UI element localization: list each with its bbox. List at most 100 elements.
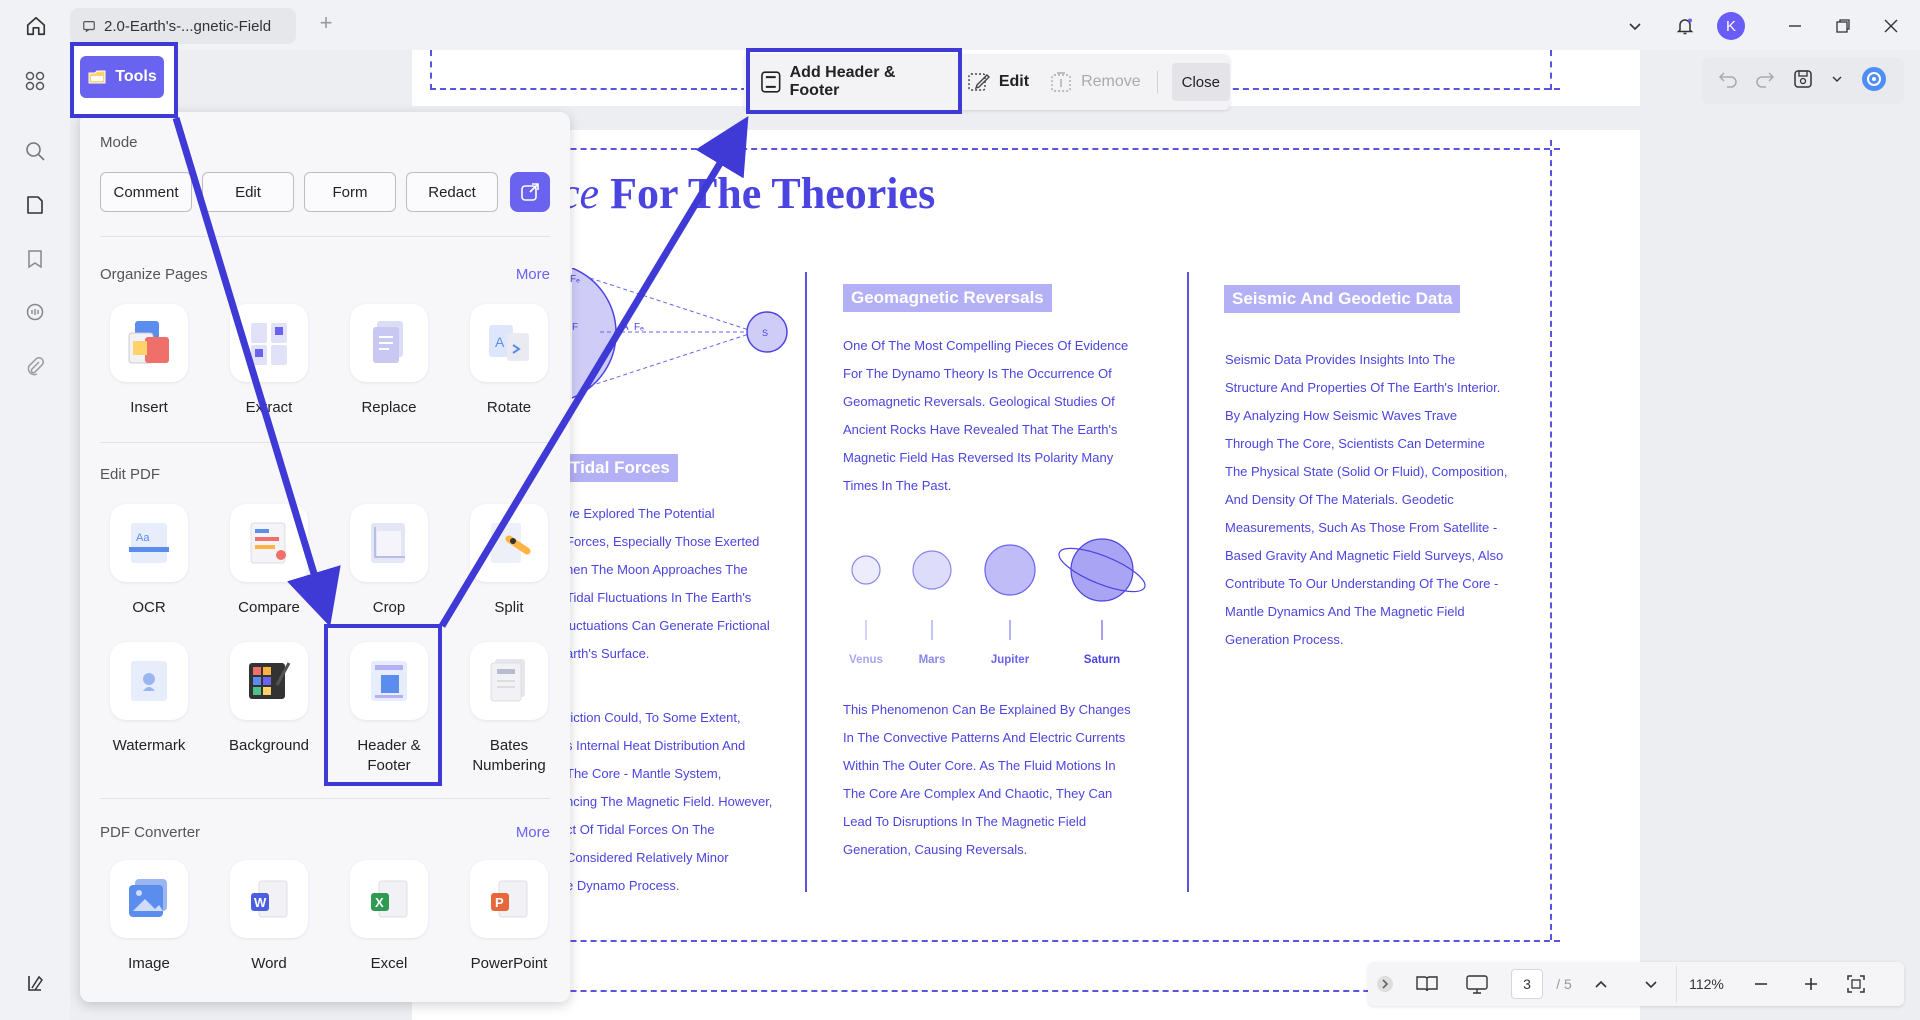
image-icon (129, 879, 167, 917)
mode-form-button[interactable]: Form (304, 172, 396, 212)
user-avatar[interactable]: K (1716, 10, 1746, 42)
mode-edit-button[interactable]: Edit (202, 172, 294, 212)
presentation-button[interactable] (1452, 966, 1502, 1002)
point-label-a: A (622, 322, 629, 333)
mode-comment-button[interactable]: Comment (100, 172, 192, 212)
converter-more-link[interactable]: More (516, 824, 550, 841)
tidal-paragraph-2-line: ncing The Magnetic Field. However, (566, 794, 773, 809)
redo-button[interactable] (1755, 70, 1775, 93)
rail-apps-button[interactable] (20, 66, 50, 96)
document-tab[interactable]: 2.0-Earth's-...gnetic-Field (70, 8, 296, 44)
tool-crop[interactable]: Crop (341, 504, 437, 624)
avatar: K (1717, 12, 1745, 40)
seismic-paragraph-line: Measurements, Such As Those From Satelli… (1225, 520, 1498, 535)
tool-bates-numbering[interactable]: Bates Numbering (461, 642, 557, 774)
header-footer-tool-highlight (324, 624, 442, 786)
force-label-1: Fₑ (570, 274, 580, 285)
seismic-paragraph-line: By Analyzing How Seismic Waves Trave (1225, 408, 1458, 423)
remove-icon (1051, 72, 1071, 92)
tool-extract[interactable]: Extract (221, 304, 317, 424)
close-header-footer-button[interactable]: Close (1171, 63, 1230, 101)
tidal-paragraph-1-line: arth's Surface. (566, 646, 650, 661)
tool-rotate[interactable]: A Rotate (461, 304, 557, 424)
tool-ocr[interactable]: Aa OCR (101, 504, 197, 624)
tools-button[interactable]: Tools (80, 56, 164, 98)
tidal-paragraph-2-line: s Internal Heat Distribution And (566, 738, 746, 753)
geomagnetic-paragraph-1-line: One Of The Most Compelling Pieces Of Evi… (843, 338, 1129, 353)
jupiter-icon (984, 544, 1036, 596)
tool-rotate-label: Rotate (486, 399, 532, 416)
ai-assistant-button[interactable] (1860, 65, 1888, 98)
rail-comments-button[interactable] (20, 298, 50, 328)
chevron-down-button[interactable] (1620, 10, 1650, 42)
tool-background[interactable]: Background (221, 642, 317, 762)
seismic-paragraph-line: Generation Process. (1225, 632, 1344, 647)
mode-label: Mode (100, 134, 138, 151)
zoom-out-button[interactable] (1736, 966, 1786, 1002)
rail-sidebar-toggle[interactable] (20, 968, 50, 998)
rail-pages-button[interactable] (20, 190, 50, 220)
bookmark-icon (28, 250, 42, 269)
rail-bookmark-button[interactable] (20, 244, 50, 274)
planet-label-jupiter: Jupiter (990, 654, 1030, 666)
ocr-icon: Aa (129, 523, 169, 563)
open-external-button[interactable] (510, 172, 550, 212)
zoom-level[interactable]: 112% (1676, 966, 1736, 1002)
tidal-paragraph-1-line: Forces, Especially Those Exerted (566, 534, 760, 549)
fit-page-button[interactable] (1836, 966, 1876, 1002)
close-window-button[interactable] (1876, 10, 1906, 42)
tool-compare[interactable]: Compare (221, 504, 317, 624)
home-icon (26, 16, 46, 36)
minimize-button[interactable] (1780, 10, 1810, 42)
geomagnetic-paragraph-1: One Of The Most Compelling Pieces Of Evi… (843, 332, 1128, 500)
save-button[interactable] (1792, 68, 1814, 95)
expand-button[interactable] (1368, 966, 1402, 1002)
tool-to-excel[interactable]: X Excel (341, 860, 437, 980)
next-page-button[interactable] (1626, 966, 1676, 1002)
undo-button[interactable] (1718, 70, 1738, 93)
seismic-paragraph-line: And Density Of The Materials. Geodetic (1225, 492, 1454, 507)
page-input[interactable]: 3 (1511, 969, 1543, 999)
restore-button[interactable] (1828, 10, 1858, 42)
tool-watermark[interactable]: Watermark (101, 642, 197, 762)
tidal-paragraph-1-line: hen The Moon Approaches The (566, 562, 748, 577)
tool-background-label: Background (228, 737, 310, 754)
previous-page-button[interactable] (1576, 966, 1626, 1002)
tool-to-word[interactable]: W Word (221, 860, 317, 980)
notification-button[interactable] (1670, 10, 1700, 42)
tidal-paragraph-1-line: Tidal Fluctuations In The Earth's (566, 590, 752, 605)
tool-to-excel-label: Excel (370, 955, 408, 972)
tool-replace[interactable]: Replace (341, 304, 437, 424)
tool-insert[interactable]: Insert (101, 304, 197, 424)
geomagnetic-paragraph-2-line: In The Convective Patterns And Electric … (843, 730, 1126, 745)
tool-to-powerpoint[interactable]: P PowerPoint (461, 860, 557, 980)
guide-left-previous (430, 50, 432, 90)
geomagnetic-paragraph-1-line: Times In The Past. (843, 478, 952, 493)
venus-icon (851, 555, 881, 585)
rail-attachment-button[interactable] (20, 352, 50, 382)
split-icon (491, 523, 531, 563)
tool-bates-numbering-label: Bates Numbering (472, 737, 546, 774)
extract-icon (251, 323, 287, 365)
zoom-in-button[interactable] (1786, 966, 1836, 1002)
organize-more-link[interactable]: More (516, 266, 550, 283)
page-number-box[interactable]: 3 (1502, 966, 1552, 1002)
remove-header-footer-button[interactable]: Remove (1039, 62, 1151, 102)
edit-header-footer-button[interactable]: Edit (957, 62, 1039, 102)
tool-to-image[interactable]: Image (101, 860, 197, 980)
chevron-down-icon (1832, 76, 1842, 82)
mode-redact-button[interactable]: Redact (406, 172, 498, 212)
save-options-button[interactable] (1831, 72, 1843, 90)
reading-mode-button[interactable] (1402, 966, 1452, 1002)
new-tab-button[interactable]: + (314, 12, 338, 36)
tool-split[interactable]: Split (461, 504, 557, 624)
mars-icon (912, 550, 952, 590)
edit-pdf-label: Edit PDF (100, 466, 161, 483)
svg-text:W: W (254, 895, 267, 910)
search-icon (26, 142, 45, 161)
chevron-right-icon (1377, 976, 1393, 992)
rail-search-button[interactable] (20, 136, 50, 166)
tidal-paragraph-2-line: Considered Relatively Minor (566, 850, 729, 865)
home-button[interactable] (18, 10, 54, 42)
planet-label-saturn: Saturn (1083, 654, 1121, 666)
